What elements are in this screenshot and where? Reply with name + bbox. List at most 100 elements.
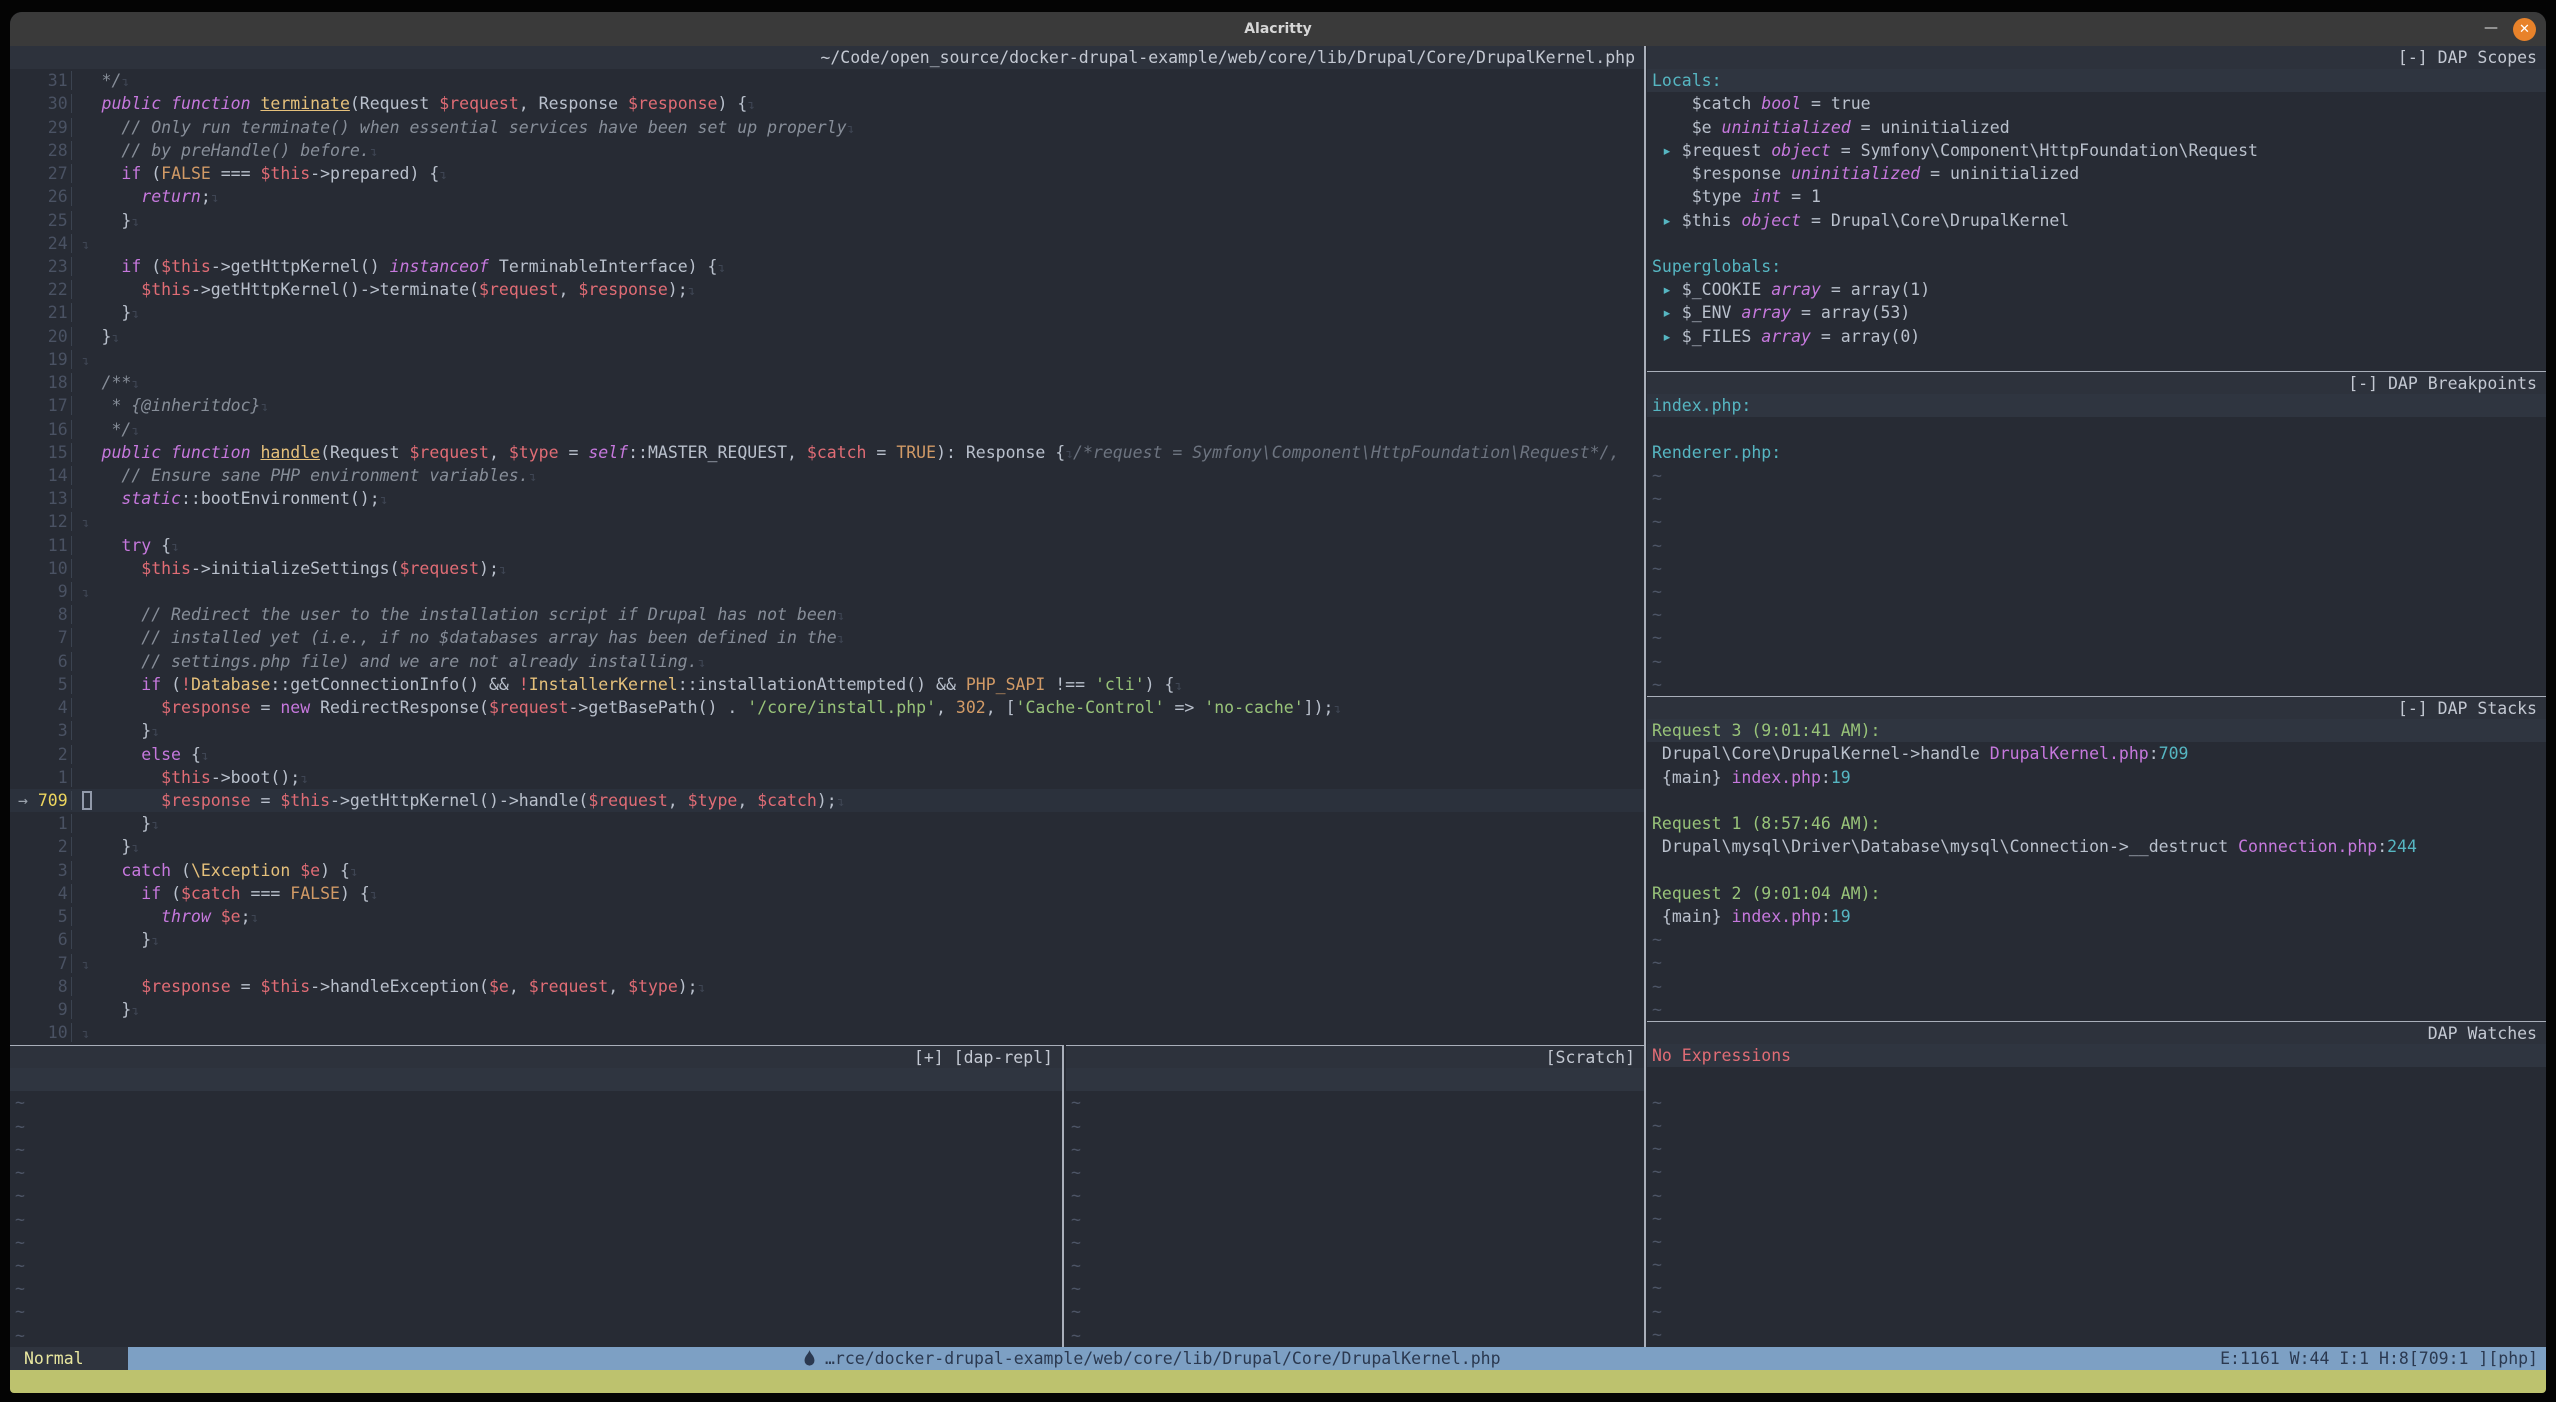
code-line[interactable]: 20 }↴ xyxy=(10,325,1644,348)
dap-scopes-winbar[interactable]: [-] DAP Scopes xyxy=(1647,46,2546,69)
buffer-line[interactable]: index.php: xyxy=(1647,394,2546,417)
line-number: 1 xyxy=(38,812,68,835)
buffer-line[interactable] xyxy=(1647,859,2546,882)
buffer-line[interactable]: ▸ $_COOKIE array = array(1) xyxy=(1647,278,2546,301)
code-line[interactable]: 19↴ xyxy=(10,348,1644,371)
buffer-line[interactable]: Locals: xyxy=(1647,69,2546,92)
eol-marker: ↴ xyxy=(121,75,129,90)
line-number: 7 xyxy=(38,952,68,975)
buffer-line[interactable]: {main} index.php:19 xyxy=(1647,905,2546,928)
code-line[interactable]: 9 }↴ xyxy=(10,998,1644,1021)
sign-column xyxy=(18,325,38,348)
code-line[interactable]: 3 catch (\Exception $e) {↴ xyxy=(10,859,1644,882)
scratch-buffer[interactable]: ~~~~~~~~~~~ xyxy=(1066,1068,1644,1347)
buffer-line[interactable] xyxy=(1066,1068,1644,1091)
code-line[interactable]: 2 }↴ xyxy=(10,835,1644,858)
code-line[interactable]: 2 else {↴ xyxy=(10,743,1644,766)
code-text: ↴ xyxy=(71,1023,90,1042)
code-line[interactable]: 4 if ($catch === FALSE) {↴ xyxy=(10,882,1644,905)
code-line[interactable]: 1 $this->boot();↴ xyxy=(10,766,1644,789)
code-line[interactable]: 10 $this->initializeSettings($request);↴ xyxy=(10,557,1644,580)
dap-breakpoints-buffer[interactable]: index.php:Renderer.php:~~~~~~~~~~ xyxy=(1647,394,2546,696)
code-line[interactable]: 21 }↴ xyxy=(10,301,1644,324)
code-line[interactable]: 5 throw $e;↴ xyxy=(10,905,1644,928)
code-line[interactable]: 8 $response = $this->handleException($e,… xyxy=(10,975,1644,998)
dap-watches-winbar[interactable]: DAP Watches xyxy=(1647,1021,2546,1044)
buffer-line[interactable]: Superglobals: xyxy=(1647,255,2546,278)
code-line[interactable]: 18 /**↴ xyxy=(10,371,1644,394)
sign-column xyxy=(18,139,38,162)
dap-breakpoints-winbar[interactable]: [-] DAP Breakpoints xyxy=(1647,371,2546,394)
dap-stacks-winbar[interactable]: [-] DAP Stacks xyxy=(1647,696,2546,719)
vertical-separator-main[interactable] xyxy=(1644,46,1646,1347)
code-line[interactable]: 1 }↴ xyxy=(10,812,1644,835)
code-line[interactable]: 6 // settings.php file) and we are not a… xyxy=(10,650,1644,673)
buffer-line[interactable] xyxy=(1647,789,2546,812)
code-line[interactable]: 27 if (FALSE === $this->prepared) {↴ xyxy=(10,162,1644,185)
dap-repl-buffer[interactable]: ~~~~~~~~~~~ xyxy=(10,1068,1062,1347)
code-line[interactable]: 31 */↴ xyxy=(10,69,1644,92)
buffer-line[interactable]: ▸ $_FILES array = array(0) xyxy=(1647,325,2546,348)
buffer-line[interactable]: ▸ $request object = Symfony\Component\Ht… xyxy=(1647,139,2546,162)
code-line[interactable]: 10↴ xyxy=(10,1021,1644,1044)
dap-stacks-buffer[interactable]: Request 3 (9:01:41 AM): Drupal\Core\Drup… xyxy=(1647,719,2546,1021)
dap-watches-buffer[interactable]: No Expressions~~~~~~~~~~~ xyxy=(1647,1044,2546,1346)
buffer-line[interactable]: Request 2 (9:01:04 AM): xyxy=(1647,882,2546,905)
code-line[interactable]: 24↴ xyxy=(10,232,1644,255)
code-line[interactable]: 13 static::bootEnvironment();↴ xyxy=(10,487,1644,510)
buffer-line[interactable]: ▸ $_ENV array = array(53) xyxy=(1647,301,2546,324)
code-line[interactable]: 11 try {↴ xyxy=(10,534,1644,557)
current-code-line[interactable]: →709 $response = $this->getHttpKernel()-… xyxy=(10,789,1644,812)
buffer-line[interactable]: Renderer.php: xyxy=(1647,441,2546,464)
buffer-line[interactable]: Drupal\mysql\Driver\Database\mysql\Conne… xyxy=(1647,835,2546,858)
code-line[interactable]: 15 public function handle(Request $reque… xyxy=(10,441,1644,464)
empty-line-tilde: ~ xyxy=(1066,1254,1644,1277)
buffer-line[interactable] xyxy=(1647,232,2546,255)
empty-line-tilde: ~ xyxy=(1647,951,2546,974)
code-line[interactable]: 9↴ xyxy=(10,580,1644,603)
code-line[interactable]: 4 $response = new RedirectResponse($requ… xyxy=(10,696,1644,719)
code-line[interactable]: 26 return;↴ xyxy=(10,185,1644,208)
dap-repl-winbar[interactable]: [+] [dap-repl] xyxy=(10,1045,1062,1068)
buffer-line[interactable]: $response uninitialized = uninitialized xyxy=(1647,162,2546,185)
code-line[interactable]: 6 }↴ xyxy=(10,928,1644,951)
buffer-line[interactable]: Drupal\Core\DrupalKernel->handle DrupalK… xyxy=(1647,742,2546,765)
buffer-line[interactable] xyxy=(10,1068,1062,1091)
buffer-line[interactable]: {main} index.php:19 xyxy=(1647,766,2546,789)
code-line[interactable]: 29 // Only run terminate() when essentia… xyxy=(10,116,1644,139)
line-number: 29 xyxy=(38,116,68,139)
code-buffer[interactable]: 31 */↴ 30 public function terminate(Requ… xyxy=(10,69,1644,1044)
code-line[interactable]: 22 $this->getHttpKernel()->terminate($re… xyxy=(10,278,1644,301)
minimize-button[interactable]: — xyxy=(2484,12,2498,46)
buffer-line[interactable]: Request 1 (8:57:46 AM): xyxy=(1647,812,2546,835)
buffer-line[interactable] xyxy=(1647,1067,2546,1090)
dap-scopes-buffer[interactable]: Locals: $catch bool = true $e uninitiali… xyxy=(1647,69,2546,371)
buffer-line[interactable]: ▸ $this object = Drupal\Core\DrupalKerne… xyxy=(1647,209,2546,232)
buffer-line[interactable]: $e uninitialized = uninitialized xyxy=(1647,116,2546,139)
code-line[interactable]: 5 if (!Database::getConnectionInfo() && … xyxy=(10,673,1644,696)
vertical-separator-repl-scratch[interactable] xyxy=(1062,1045,1064,1347)
code-line[interactable]: 30 public function terminate(Request $re… xyxy=(10,92,1644,115)
buffer-line[interactable] xyxy=(1647,417,2546,440)
code-line[interactable]: 17 * {@inheritdoc}↴ xyxy=(10,394,1644,417)
line-number: 12 xyxy=(38,510,68,533)
titlebar[interactable]: Alacritty — ✕ xyxy=(10,12,2546,46)
buffer-line[interactable]: Request 3 (9:01:41 AM): xyxy=(1647,719,2546,742)
sign-column xyxy=(18,882,38,905)
code-line[interactable]: 8 // Redirect the user to the installati… xyxy=(10,603,1644,626)
code-line[interactable]: 28 // by preHandle() before.↴ xyxy=(10,139,1644,162)
code-line[interactable]: 7↴ xyxy=(10,952,1644,975)
scratch-winbar[interactable]: [Scratch] xyxy=(1066,1045,1644,1068)
buffer-line[interactable]: $type int = 1 xyxy=(1647,185,2546,208)
code-line[interactable]: 25 }↴ xyxy=(10,209,1644,232)
code-line[interactable]: 23 if ($this->getHttpKernel() instanceof… xyxy=(10,255,1644,278)
buffer-line[interactable] xyxy=(1647,348,2546,371)
buffer-line[interactable]: No Expressions xyxy=(1647,1044,2546,1067)
code-line[interactable]: 3 }↴ xyxy=(10,719,1644,742)
code-line[interactable]: 16 */↴ xyxy=(10,418,1644,441)
code-line[interactable]: 12↴ xyxy=(10,510,1644,533)
buffer-line[interactable]: $catch bool = true xyxy=(1647,92,2546,115)
code-line[interactable]: 7 // installed yet (i.e., if no $databas… xyxy=(10,626,1644,649)
close-button[interactable]: ✕ xyxy=(2513,18,2536,41)
code-line[interactable]: 14 // Ensure sane PHP environment variab… xyxy=(10,464,1644,487)
